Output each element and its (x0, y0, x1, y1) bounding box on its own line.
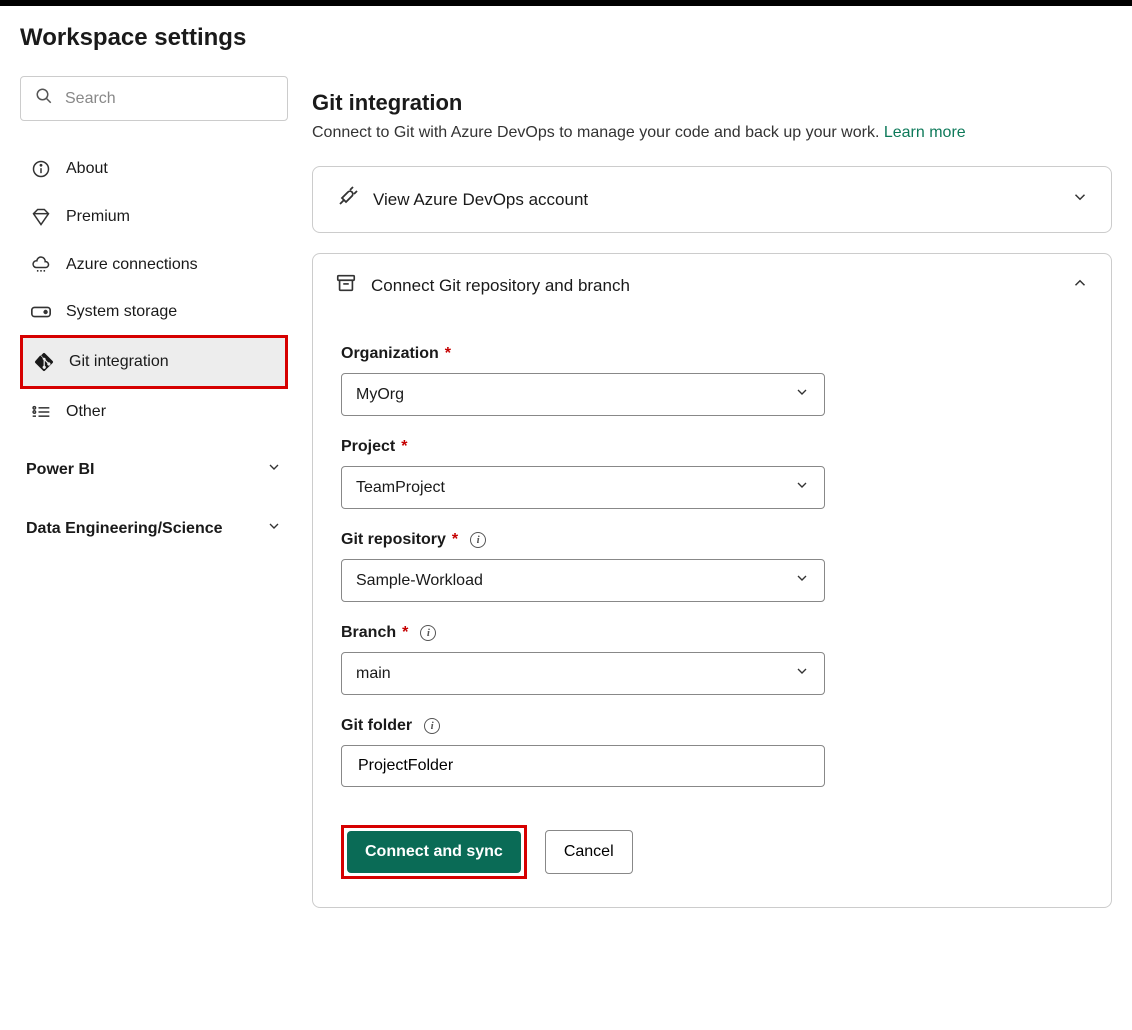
sidebar-section-data-engineering[interactable]: Data Engineering/Science (20, 504, 288, 553)
chevron-down-icon (266, 459, 282, 480)
sidebar-section-label: Power BI (26, 461, 94, 479)
chevron-down-icon (1071, 188, 1089, 211)
list-icon (30, 404, 52, 420)
sidebar-item-other[interactable]: Other (20, 389, 288, 435)
organization-label: Organization * (341, 345, 1083, 363)
info-icon[interactable]: i (420, 625, 436, 641)
search-icon (35, 87, 53, 110)
label-text: Organization (341, 345, 439, 363)
info-icon (30, 159, 52, 179)
branch-label: Branch * i (341, 624, 1083, 642)
required-asterisk: * (452, 531, 458, 549)
sidebar-item-azure-connections[interactable]: Azure connections (20, 241, 288, 289)
card-title: Connect Git repository and branch (371, 276, 630, 296)
required-asterisk: * (401, 438, 407, 456)
card-connect-git: Connect Git repository and branch Organi… (312, 253, 1112, 908)
main-description-text: Connect to Git with Azure DevOps to mana… (312, 124, 884, 141)
info-icon[interactable]: i (424, 718, 440, 734)
project-select[interactable]: TeamProject (341, 466, 825, 509)
sidebar-item-label: About (66, 160, 108, 178)
repository-select[interactable]: Sample-Workload (341, 559, 825, 602)
connect-button-highlight: Connect and sync (341, 825, 527, 879)
select-value: MyOrg (356, 386, 404, 404)
main-description: Connect to Git with Azure DevOps to mana… (312, 124, 1112, 142)
select-value: TeamProject (356, 479, 445, 497)
cloud-icon (30, 255, 52, 275)
search-input-wrapper[interactable] (20, 76, 288, 121)
sidebar: Workspace settings About Premium Azure c… (20, 24, 288, 928)
label-text: Branch (341, 624, 396, 642)
organization-select[interactable]: MyOrg (341, 373, 825, 416)
card-connect-git-header[interactable]: Connect Git repository and branch (313, 254, 1111, 317)
sidebar-item-label: Other (66, 403, 106, 421)
sidebar-item-premium[interactable]: Premium (20, 193, 288, 241)
connect-and-sync-button[interactable]: Connect and sync (347, 831, 521, 873)
card-view-account: View Azure DevOps account (312, 166, 1112, 233)
plug-icon (335, 185, 359, 214)
label-text: Git repository (341, 531, 446, 549)
select-value: main (356, 665, 391, 683)
main-content: Git integration Connect to Git with Azur… (312, 24, 1112, 928)
main-title: Git integration (312, 90, 1112, 116)
archive-icon (335, 272, 357, 299)
git-icon (33, 352, 55, 372)
sidebar-item-label: Azure connections (66, 256, 198, 274)
sidebar-item-label: Git integration (69, 353, 169, 371)
storage-icon (30, 305, 52, 319)
git-folder-input-wrapper[interactable] (341, 745, 825, 787)
card-view-account-header[interactable]: View Azure DevOps account (313, 167, 1111, 232)
sidebar-item-label: Premium (66, 208, 130, 226)
label-text: Git folder (341, 717, 412, 735)
chevron-down-icon (794, 384, 810, 405)
info-icon[interactable]: i (470, 532, 486, 548)
sidebar-item-about[interactable]: About (20, 145, 288, 193)
branch-select[interactable]: main (341, 652, 825, 695)
card-title: View Azure DevOps account (373, 190, 588, 210)
sidebar-item-label: System storage (66, 303, 177, 321)
chevron-down-icon (794, 570, 810, 591)
search-input[interactable] (63, 89, 274, 109)
label-text: Project (341, 438, 395, 456)
chevron-up-icon (1071, 274, 1089, 297)
chevron-down-icon (794, 663, 810, 684)
git-folder-label: Git folder i (341, 717, 1083, 735)
chevron-down-icon (794, 477, 810, 498)
learn-more-link[interactable]: Learn more (884, 124, 966, 141)
sidebar-item-system-storage[interactable]: System storage (20, 289, 288, 335)
chevron-down-icon (266, 518, 282, 539)
git-folder-input[interactable] (356, 756, 810, 776)
project-label: Project * (341, 438, 1083, 456)
required-asterisk: * (445, 345, 451, 363)
repository-label: Git repository * i (341, 531, 1083, 549)
diamond-icon (30, 207, 52, 227)
sidebar-section-label: Data Engineering/Science (26, 520, 223, 538)
required-asterisk: * (402, 624, 408, 642)
card-connect-git-body: Organization * MyOrg Project * TeamProje… (313, 317, 1111, 907)
cancel-button[interactable]: Cancel (545, 830, 633, 874)
select-value: Sample-Workload (356, 572, 483, 590)
sidebar-item-git-integration[interactable]: Git integration (20, 335, 288, 389)
sidebar-section-powerbi[interactable]: Power BI (20, 445, 288, 494)
page-title: Workspace settings (20, 24, 288, 52)
